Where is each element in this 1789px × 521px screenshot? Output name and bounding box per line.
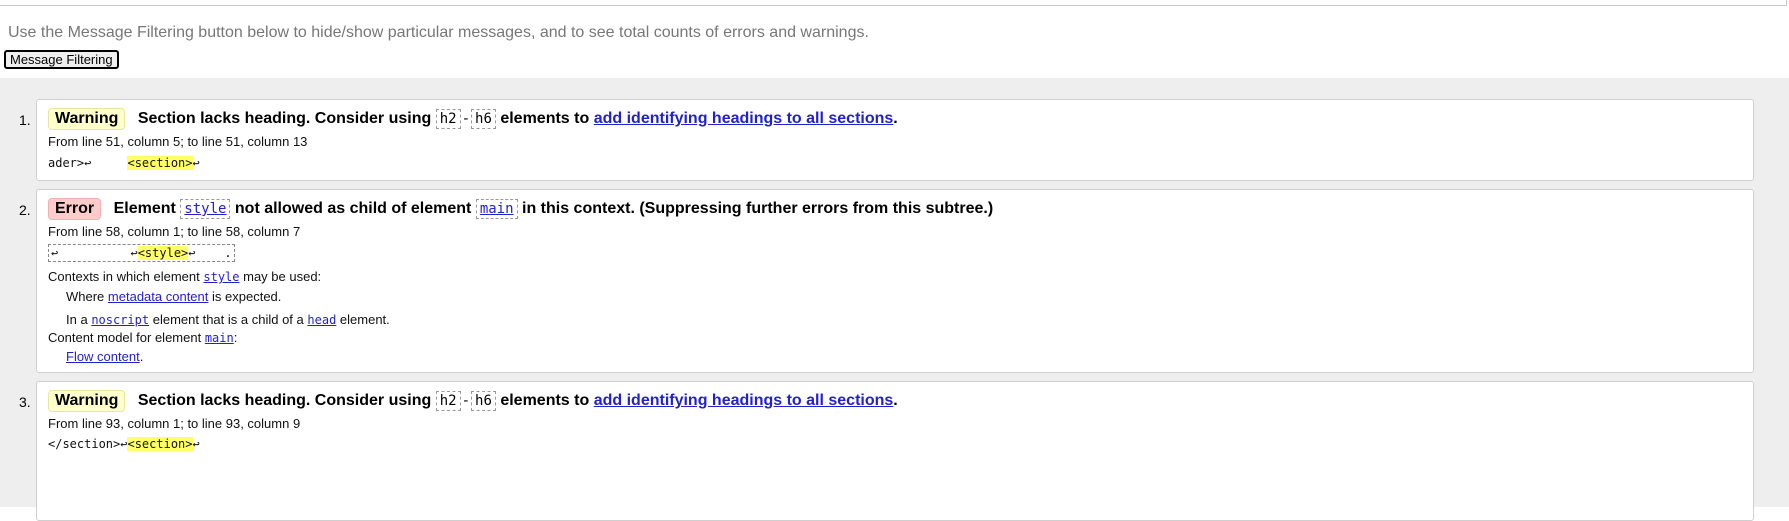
- flow-content-link[interactable]: Flow content: [66, 349, 140, 364]
- content-model-end: :: [233, 330, 238, 345]
- flow-end: .: [139, 349, 144, 364]
- headings-link[interactable]: add identifying headings to all sections: [594, 110, 894, 127]
- main-spec-link[interactable]: main: [205, 331, 234, 345]
- message-filtering-button[interactable]: Message Filtering: [4, 50, 119, 69]
- in-end: element.: [339, 312, 390, 327]
- location-text: From line 93, column 1; to line 93, colu…: [48, 416, 301, 431]
- previous-panel-edge: [0, 0, 1787, 6]
- extract-highlight: <section>: [127, 437, 193, 451]
- style-spec-link[interactable]: style: [203, 270, 239, 284]
- in-label: In a: [66, 312, 88, 327]
- where-line: Where metadata content is expected.: [66, 289, 281, 304]
- message-text: elements to: [500, 110, 590, 127]
- flow-content-line: Flow content.: [66, 349, 143, 364]
- intro-text: Use the Message Filtering button below t…: [8, 24, 869, 41]
- noscript-line: In a noscript element that is a child of…: [66, 312, 390, 327]
- extract-text: ↩: [192, 156, 200, 170]
- extract-highlight: <style>: [137, 246, 189, 260]
- extract-text: </section>↩: [48, 437, 128, 451]
- extract-highlight: <section>: [127, 156, 193, 170]
- in-mid: element that is a child of a: [152, 312, 304, 327]
- extract-text: ader>↩: [48, 156, 128, 170]
- location-text: From line 58, column 1; to line 58, colu…: [48, 224, 301, 239]
- code-extract: </section>↩<section>↩: [48, 437, 200, 451]
- contexts-label: Contexts in which element: [48, 269, 200, 284]
- warning-badge: Warning: [48, 108, 126, 130]
- headings-link[interactable]: add identifying headings to all sections: [594, 392, 894, 409]
- message-number: 1.: [19, 112, 31, 128]
- warning-badge: Warning: [48, 390, 126, 412]
- message-text: Element: [113, 200, 176, 217]
- where-end: is expected.: [212, 289, 282, 304]
- contexts-line: Contexts in which element style may be u…: [48, 269, 321, 284]
- content-model-label: Content model for element: [48, 330, 202, 345]
- message-text: Section lacks heading. Consider using: [137, 392, 432, 409]
- extract-text: ↩ ↩: [51, 246, 138, 260]
- content-model-line: Content model for element main:: [48, 330, 237, 345]
- results-panel: 1. Warning Section lacks heading. Consid…: [0, 78, 1789, 521]
- main-element-link[interactable]: main: [475, 199, 518, 219]
- head-link[interactable]: head: [307, 313, 336, 327]
- location-text: From line 51, column 5; to line 51, colu…: [48, 134, 308, 149]
- message-number: 3.: [19, 394, 31, 410]
- noscript-link[interactable]: noscript: [91, 313, 149, 327]
- separator: -: [461, 111, 471, 127]
- element-code: h6: [471, 391, 496, 411]
- message-heading: Warning Section lacks heading. Consider …: [48, 108, 898, 130]
- error-badge: Error: [48, 198, 102, 220]
- code-extract: ader>↩ <section>↩: [48, 156, 200, 170]
- message-text: Section lacks heading. Consider using: [137, 110, 432, 127]
- message-text: in this context. (Suppressing further er…: [522, 200, 994, 217]
- message-number: 2.: [19, 202, 31, 218]
- separator: -: [461, 393, 471, 409]
- message-text: not allowed as child of element: [234, 200, 472, 217]
- element-code: h2: [435, 391, 461, 411]
- message-text: elements to: [500, 392, 590, 409]
- message-item: 1. Warning Section lacks heading. Consid…: [19, 99, 1754, 181]
- code-extract: ↩ ↩<style>↩ .: [48, 244, 235, 262]
- metadata-content-link[interactable]: metadata content: [108, 289, 208, 304]
- message-heading: Error Element style not allowed as child…: [48, 198, 993, 220]
- extract-text: ↩: [192, 437, 200, 451]
- message-item: 2. Error Element style not allowed as ch…: [19, 189, 1754, 373]
- punctuation: .: [893, 392, 898, 409]
- punctuation: .: [893, 110, 898, 127]
- extract-text: ↩ .: [188, 246, 232, 260]
- message-heading: Warning Section lacks heading. Consider …: [48, 390, 898, 412]
- where-label: Where: [66, 289, 105, 304]
- contexts-end: may be used:: [243, 269, 322, 284]
- element-code: h2: [435, 109, 461, 129]
- element-code: h6: [471, 109, 496, 129]
- style-element-link[interactable]: style: [180, 199, 231, 219]
- message-item: 3. Warning Section lacks heading. Consid…: [19, 381, 1754, 521]
